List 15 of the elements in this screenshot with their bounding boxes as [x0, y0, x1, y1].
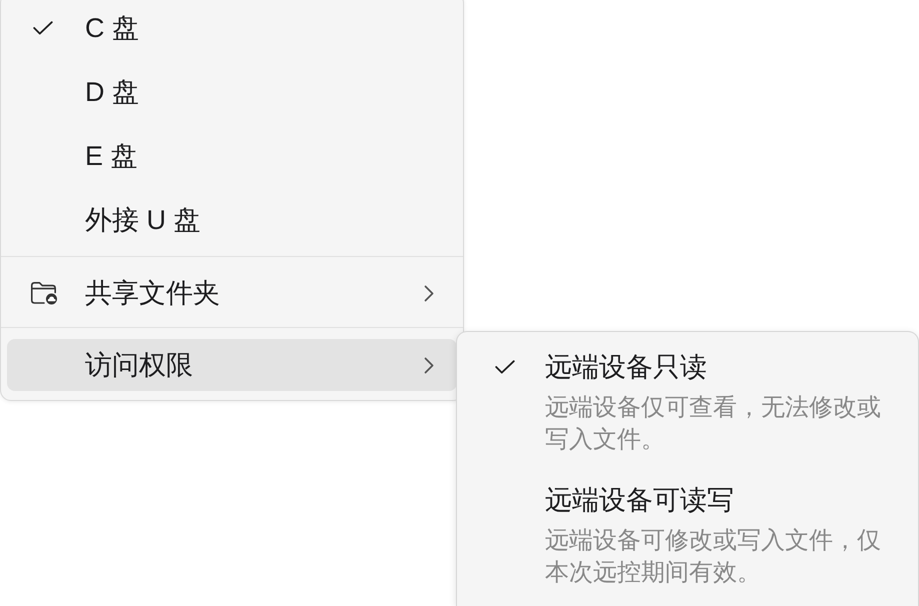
menu-item[interactable]: 共享文件夹: [7, 267, 457, 319]
folder-icon: [30, 281, 58, 305]
checkmark-icon: [495, 360, 515, 374]
menu-item[interactable]: E 盘: [7, 130, 457, 182]
menu-item[interactable]: D 盘: [7, 66, 457, 118]
chevron-right-icon: [424, 284, 434, 302]
menu-item[interactable]: 外接 U 盘: [7, 194, 457, 246]
checkmark-icon: [33, 21, 53, 35]
chevron-right-icon: [424, 356, 434, 374]
option-description: 远端设备仅可查看，无法修改或写入文件。: [545, 393, 882, 454]
option-description: 远端设备可修改或写入文件，仅本次远控期间有效。: [545, 526, 882, 588]
menu-item[interactable]: C 盘: [7, 2, 457, 54]
menu-option[interactable]: 远端设备可读写: [495, 482, 734, 518]
menu-item[interactable]: 访问权限: [7, 339, 457, 391]
menu-option[interactable]: 远端设备只读: [495, 349, 707, 385]
